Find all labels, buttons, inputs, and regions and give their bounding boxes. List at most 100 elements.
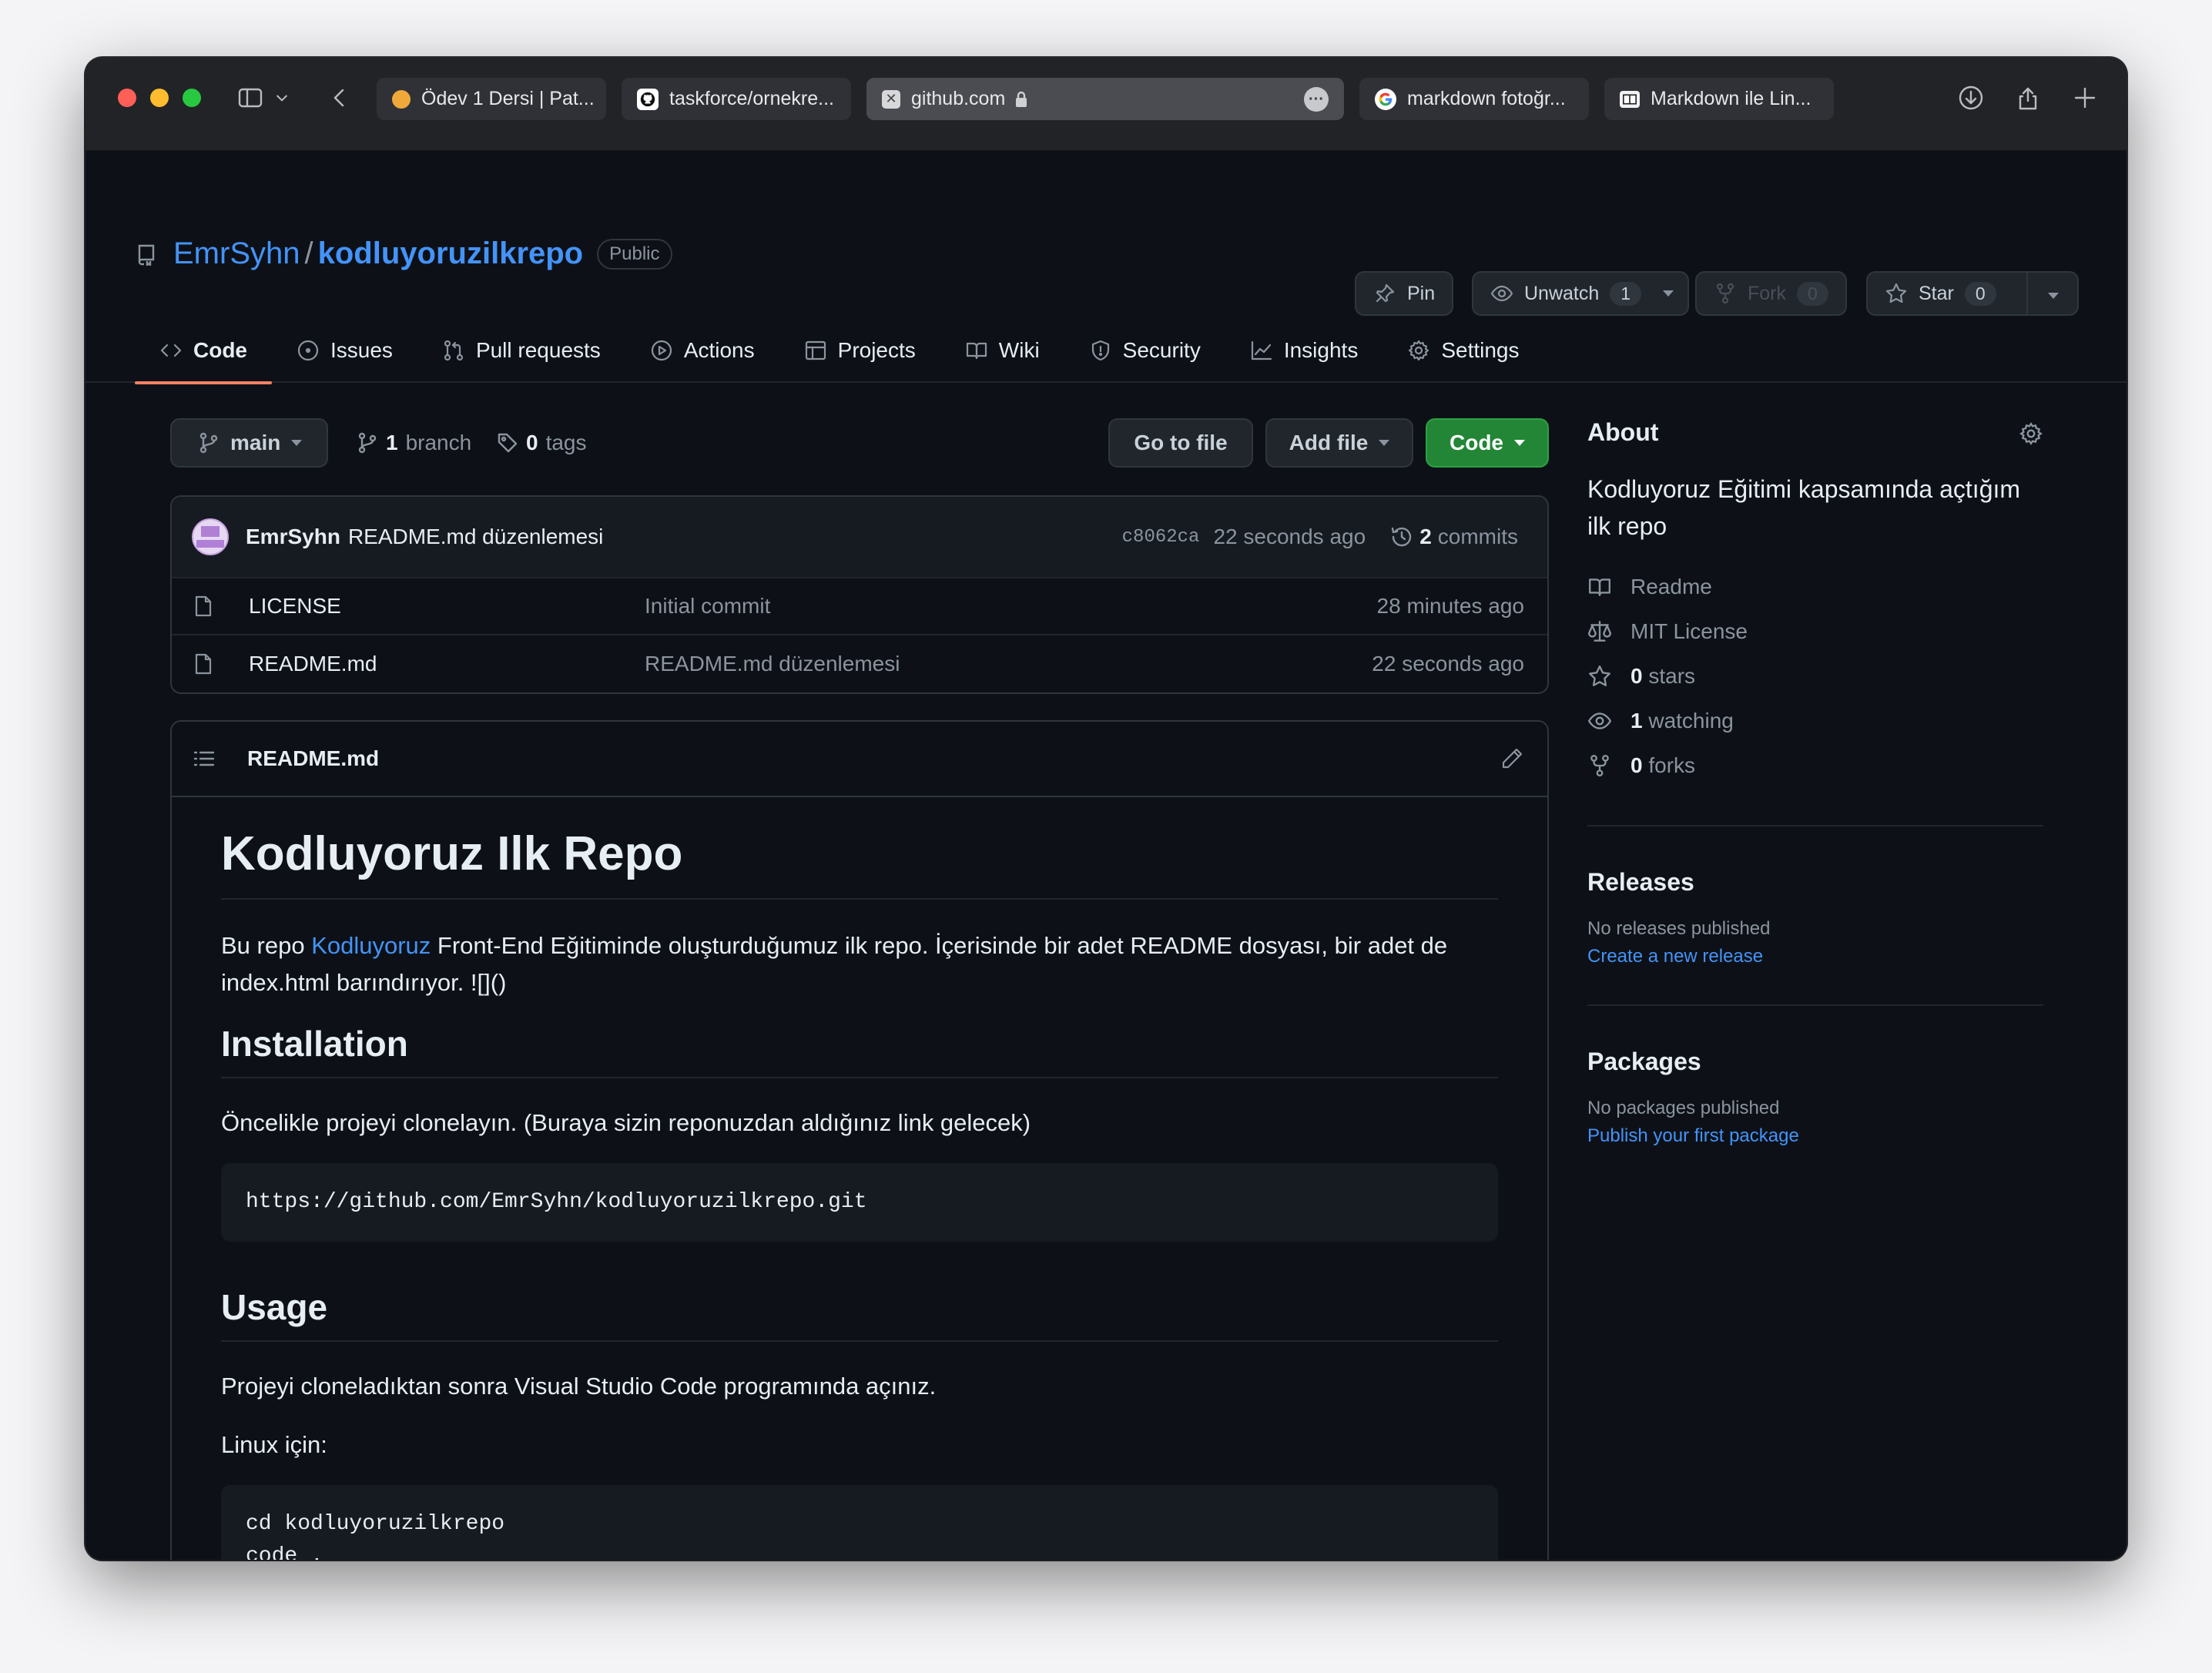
table-row: LICENSE Initial commit 28 minutes ago xyxy=(172,578,1547,635)
tab-issues[interactable]: Issues xyxy=(272,317,417,383)
unwatch-button[interactable]: Unwatch 1 xyxy=(1472,271,1690,316)
close-tab-icon[interactable]: ✕ xyxy=(882,89,900,109)
watching-label: watching xyxy=(1648,709,1734,733)
visibility-badge: Public xyxy=(597,238,672,270)
file-age: 28 minutes ago xyxy=(1376,594,1524,618)
create-release-link[interactable]: Create a new release xyxy=(1587,946,2043,967)
pin-button[interactable]: Pin xyxy=(1355,271,1454,316)
kodluyoruz-link[interactable]: Kodluyoruz xyxy=(311,932,431,959)
go-to-file-button[interactable]: Go to file xyxy=(1108,418,1253,468)
branches-link[interactable]: 1 branch xyxy=(357,418,471,468)
back-icon[interactable] xyxy=(323,81,357,115)
file-name-link[interactable]: LICENSE xyxy=(249,594,645,619)
download-icon[interactable] xyxy=(1954,81,1988,115)
new-tab-icon[interactable] xyxy=(2068,81,2102,115)
unwatch-label: Unwatch xyxy=(1524,282,1600,304)
file-age: 22 seconds ago xyxy=(1372,652,1524,676)
gear-icon xyxy=(1409,340,1429,360)
forks-label: forks xyxy=(1648,753,1696,777)
branch-selector[interactable]: main xyxy=(170,418,329,468)
browser-tab[interactable]: Ödev 1 Dersi | Pat... xyxy=(377,78,606,120)
tab-label: Security xyxy=(1122,337,1201,362)
fork-count: 0 xyxy=(1797,281,1828,306)
tab-settings[interactable]: Settings xyxy=(1382,317,1543,383)
readme-filename[interactable]: README.md xyxy=(247,746,379,771)
releases-title[interactable]: Releases xyxy=(1587,868,2043,897)
chevron-down-icon[interactable] xyxy=(2048,293,2059,299)
tab-actions[interactable]: Actions xyxy=(625,317,779,383)
star-icon xyxy=(1589,666,1610,686)
watching-link[interactable]: 1 watching xyxy=(1587,699,2043,743)
history-icon xyxy=(1391,527,1412,547)
tab-security[interactable]: Security xyxy=(1064,317,1225,383)
minimize-window-button[interactable] xyxy=(150,89,169,107)
browser-tab[interactable]: taskforce/ornekre... xyxy=(622,78,851,120)
repo-sidebar: About Kodluyoruz Eğitimi kapsamında açtı… xyxy=(1587,418,2043,1147)
code-button[interactable]: Code xyxy=(1426,418,1549,468)
file-commit-message-link[interactable]: README.md düzenlemesi xyxy=(645,652,900,676)
tab-insights[interactable]: Insights xyxy=(1225,317,1383,383)
tab-label: markdown fotoğr... xyxy=(1407,88,1566,109)
branch-count: 1 xyxy=(386,431,398,454)
tab-label: Wiki xyxy=(998,337,1040,362)
button-divider xyxy=(2026,273,2028,314)
chevron-down-icon xyxy=(1514,440,1525,446)
tab-label: Code xyxy=(193,337,247,362)
book-icon xyxy=(1620,90,1640,108)
tab-pull-requests[interactable]: Pull requests xyxy=(417,317,625,383)
code-button-label: Code xyxy=(1450,431,1503,454)
fork-button[interactable]: Fork 0 xyxy=(1695,271,1847,316)
browser-tab[interactable]: markdown fotoğr... xyxy=(1359,78,1589,120)
readme-content: Kodluyoruz Ilk Repo Bu repo Kodluyoruz F… xyxy=(172,797,1547,1560)
about-title: About xyxy=(1587,418,1659,446)
forks-link[interactable]: 0 forks xyxy=(1587,743,2043,788)
latest-commit-row: EmrSyhn README.md düzenlemesi c8062ca 22… xyxy=(172,497,1547,578)
watch-count: 1 xyxy=(1610,281,1642,306)
share-icon[interactable] xyxy=(2011,81,2045,115)
file-icon xyxy=(195,653,212,675)
commit-author-link[interactable]: EmrSyhn xyxy=(246,525,340,549)
commit-message-link[interactable]: README.md düzenlemesi xyxy=(348,525,603,549)
browser-toolbar: Ödev 1 Dersi | Pat... taskforce/ornekre.… xyxy=(85,58,2127,152)
avatar[interactable] xyxy=(192,518,229,555)
add-file-button[interactable]: Add file xyxy=(1265,418,1413,468)
pin-label: Pin xyxy=(1407,282,1436,304)
publish-package-link[interactable]: Publish your first package xyxy=(1587,1125,2043,1147)
pencil-icon[interactable] xyxy=(1500,746,1524,771)
packages-title[interactable]: Packages xyxy=(1587,1048,2043,1076)
license-link[interactable]: MIT License xyxy=(1587,609,2043,654)
list-icon[interactable] xyxy=(192,746,216,771)
gear-icon[interactable] xyxy=(2019,421,2043,446)
chevron-down-icon[interactable] xyxy=(270,81,293,115)
commit-sha-link[interactable]: c8062ca xyxy=(1122,527,1200,548)
star-button[interactable]: Star 0 xyxy=(1866,271,2079,316)
readme-link[interactable]: Readme xyxy=(1587,565,2043,609)
stars-link[interactable]: 0 stars xyxy=(1587,654,2043,699)
file-name-link[interactable]: README.md xyxy=(249,652,645,676)
tab-projects[interactable]: Projects xyxy=(779,317,940,383)
repo-icon xyxy=(138,244,155,266)
zoom-window-button[interactable] xyxy=(183,89,201,107)
repo-title: EmrSyhn / kodluyoruzilkrepo Public xyxy=(135,236,672,271)
tags-link[interactable]: 0 tags xyxy=(497,418,587,468)
branch-bar: main 1 branch 0 tags Go to file Add file xyxy=(170,418,1549,468)
github-icon xyxy=(637,88,659,110)
repo-name-link[interactable]: kodluyoruzilkrepo xyxy=(318,236,584,271)
releases-empty-text: No releases published xyxy=(1587,918,1771,939)
window-controls xyxy=(118,89,201,107)
more-options-icon[interactable]: ··· xyxy=(1304,86,1329,112)
close-window-button[interactable] xyxy=(118,89,136,107)
play-icon xyxy=(651,340,672,360)
divider xyxy=(1587,1004,2043,1006)
installation-paragraph: Öncelikle projeyi clonelayın. (Buraya si… xyxy=(221,1109,1031,1136)
sidebar-toggle-icon[interactable] xyxy=(233,81,267,115)
fork-icon xyxy=(1716,283,1734,304)
browser-tab-active[interactable]: ✕ github.com ··· xyxy=(866,78,1344,120)
address-bar[interactable]: github.com xyxy=(911,88,1005,110)
commits-link[interactable]: 2 commits xyxy=(1390,525,1518,549)
tab-wiki[interactable]: Wiki xyxy=(940,317,1064,383)
repo-owner-link[interactable]: EmrSyhn xyxy=(173,236,300,271)
file-commit-message-link[interactable]: Initial commit xyxy=(645,594,770,619)
browser-tab[interactable]: Markdown ile Lin... xyxy=(1604,78,1834,120)
tab-code[interactable]: Code xyxy=(135,317,272,384)
